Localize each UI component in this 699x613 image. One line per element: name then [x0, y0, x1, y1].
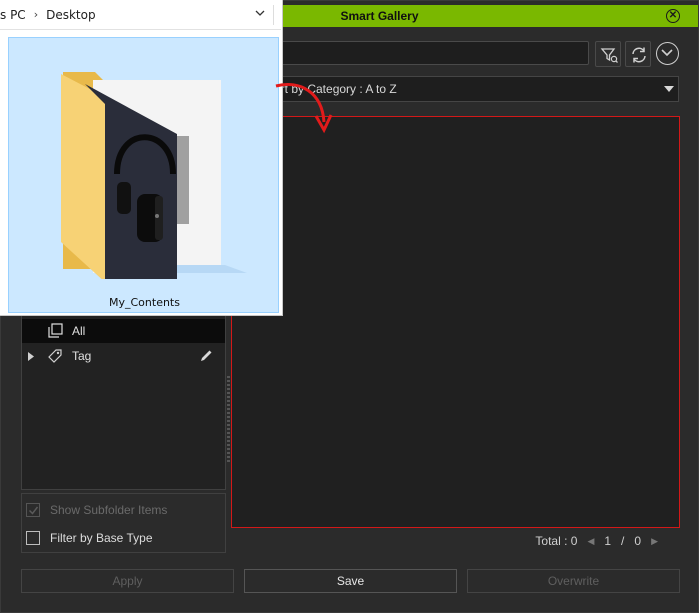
checkmark-icon [28, 506, 39, 515]
show-subfolder-option: Show Subfolder Items [26, 501, 167, 519]
folder-name: My_Contents [109, 296, 180, 309]
total-count: Total : 0 [535, 534, 578, 548]
edit-pencil-icon[interactable] [198, 348, 214, 364]
panel-splitter-handle[interactable] [227, 376, 230, 462]
prev-page-icon[interactable]: ◀ [587, 536, 594, 547]
overwrite-button[interactable]: Overwrite [467, 569, 680, 593]
page-total: 0 [634, 534, 642, 548]
drag-arrow-icon [275, 83, 333, 134]
expand-button[interactable] [656, 42, 679, 65]
apply-button[interactable]: Apply [21, 569, 234, 593]
window-title: Smart Gallery [340, 9, 419, 23]
close-icon[interactable]: ✕ [666, 9, 680, 23]
gallery-content-area[interactable] [231, 116, 680, 528]
breadcrumb-desktop[interactable]: Desktop [46, 8, 96, 22]
tree-item-label: Tag [72, 349, 92, 363]
file-explorer-window: s PC › Desktop My_Contents [0, 0, 283, 316]
tree-item-tag[interactable]: Tag [22, 344, 225, 368]
expand-arrow-icon[interactable] [28, 352, 34, 361]
show-subfolder-checkbox[interactable] [26, 503, 40, 517]
folder-icon [61, 72, 247, 279]
options-panel: Show Subfolder Items Filter by Base Type [21, 493, 226, 553]
address-bar[interactable]: s PC › Desktop [0, 0, 281, 30]
filter-base-type-option: Filter by Base Type [26, 529, 153, 547]
tag-icon [48, 349, 62, 363]
filter-base-type-label: Filter by Base Type [50, 531, 153, 545]
folder-tile[interactable]: My_Contents [8, 37, 279, 313]
status-bar: Total : 0 ◀ 1 / 0 ▶ [231, 529, 680, 553]
save-button[interactable]: Save [244, 569, 457, 593]
folder-tree: All Tag [21, 301, 226, 490]
refresh-icon [632, 47, 646, 63]
filter-base-type-checkbox[interactable] [26, 531, 40, 545]
page-separator: / [621, 534, 625, 548]
breadcrumb-separator-icon: › [33, 8, 39, 21]
search-input[interactable] [231, 41, 589, 65]
address-divider [273, 5, 274, 25]
page-current: 1 [604, 534, 612, 548]
filter-icon [600, 48, 618, 63]
chevron-down-icon [661, 49, 673, 57]
breadcrumb-this-pc[interactable]: s PC [0, 8, 26, 22]
next-page-icon[interactable]: ▶ [651, 536, 658, 547]
dropdown-arrow-icon [664, 86, 674, 92]
all-icon [48, 323, 63, 338]
filter-button[interactable] [595, 41, 621, 67]
refresh-button[interactable] [625, 41, 651, 67]
chevron-down-icon[interactable] [255, 10, 265, 17]
tree-item-all[interactable]: All [22, 319, 225, 343]
tree-item-label: All [72, 324, 86, 338]
show-subfolder-label: Show Subfolder Items [50, 503, 168, 517]
